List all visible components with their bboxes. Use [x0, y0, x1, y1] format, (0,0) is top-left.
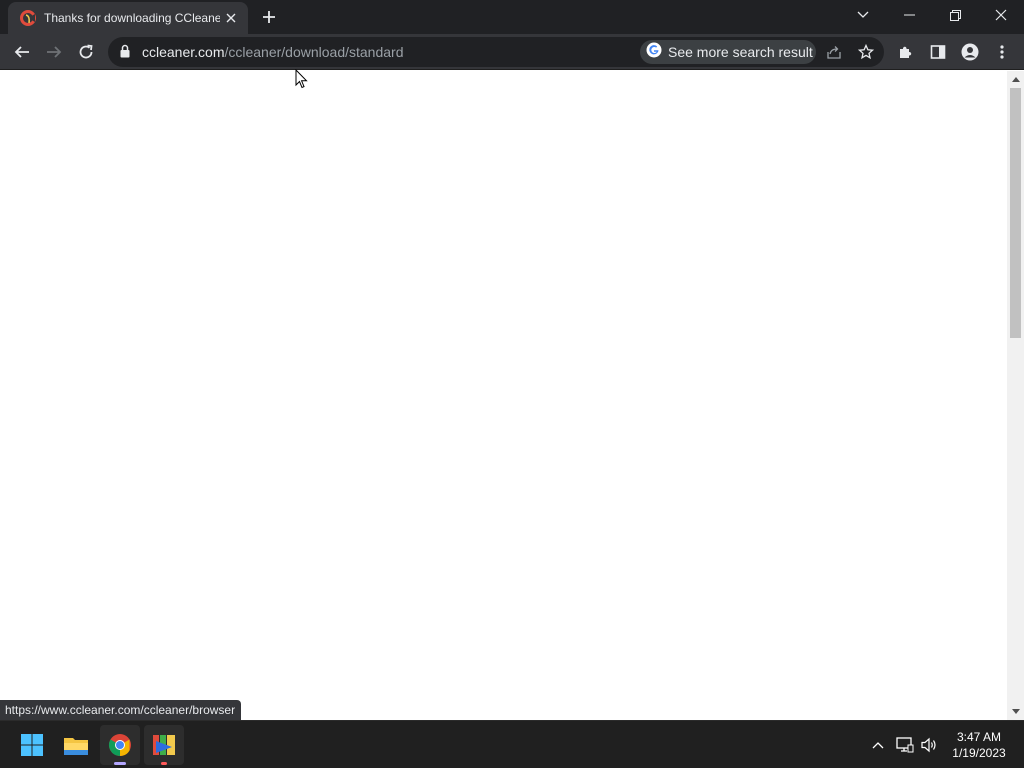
- lock-icon[interactable]: [120, 44, 130, 63]
- restore-button[interactable]: [932, 0, 978, 30]
- clock-time: 3:47 AM: [956, 730, 1002, 744]
- file-explorer-icon[interactable]: [56, 725, 96, 765]
- close-window-button[interactable]: [978, 0, 1024, 30]
- browser-toolbar: ccleaner.com/ccleaner/download/standard …: [0, 34, 1024, 70]
- browser-tab-active[interactable]: Thanks for downloading CCleaner: [8, 2, 248, 34]
- side-panel-icon[interactable]: [924, 38, 952, 66]
- share-icon[interactable]: [824, 42, 844, 62]
- network-icon[interactable]: [895, 735, 915, 755]
- bookmark-star-icon[interactable]: [856, 42, 876, 62]
- new-tab-button[interactable]: [258, 6, 280, 28]
- tab-title: Thanks for downloading CCleaner: [44, 11, 220, 25]
- ccleaner-attention-indicator: [161, 762, 167, 765]
- back-button[interactable]: [8, 38, 36, 66]
- scroll-down-arrow-icon[interactable]: [1007, 704, 1024, 720]
- scrollbar-thumb[interactable]: [1010, 88, 1021, 338]
- volume-icon[interactable]: [920, 735, 940, 755]
- profile-avatar-icon[interactable]: [956, 38, 984, 66]
- chrome-running-indicator: [114, 762, 126, 765]
- minimize-button[interactable]: [886, 0, 932, 30]
- windows-start-icon[interactable]: [12, 725, 52, 765]
- address-bar[interactable]: ccleaner.com/ccleaner/download/standard …: [108, 37, 884, 67]
- tab-close-icon[interactable]: [222, 9, 240, 27]
- chrome-taskbar-icon[interactable]: [100, 725, 140, 765]
- link-status-bubble: https://www.ccleaner.com/ccleaner/browse…: [0, 700, 242, 720]
- url-host: ccleaner.com: [142, 44, 225, 60]
- page-content-area[interactable]: [0, 71, 1008, 720]
- see-more-search-results-chip[interactable]: See more search result: [640, 40, 816, 64]
- windows-taskbar: 3:47 AM 1/19/2023: [0, 720, 1024, 768]
- url-path: /ccleaner/download/standard: [224, 44, 404, 60]
- google-icon: [646, 42, 662, 63]
- forward-button[interactable]: [40, 38, 68, 66]
- mouse-cursor-icon: [295, 68, 309, 89]
- url-text[interactable]: ccleaner.com/ccleaner/download/standard: [142, 44, 404, 60]
- browser-tab-strip: Thanks for downloading CCleaner: [0, 0, 1024, 34]
- show-hidden-icons-chevron-icon[interactable]: [868, 735, 888, 755]
- extensions-puzzle-icon[interactable]: [892, 38, 920, 66]
- clock-date: 1/19/2023: [952, 746, 1006, 760]
- scroll-up-arrow-icon[interactable]: [1007, 71, 1024, 87]
- vertical-scrollbar[interactable]: [1007, 71, 1024, 720]
- chip-label: See more search result: [668, 44, 813, 60]
- ccleaner-installer-icon[interactable]: [144, 725, 184, 765]
- taskbar-clock[interactable]: 3:47 AM 1/19/2023: [944, 729, 1014, 761]
- chrome-menu-kebab-icon[interactable]: [988, 38, 1016, 66]
- ccleaner-favicon-icon: [20, 10, 36, 26]
- tab-search-dropdown-icon[interactable]: [840, 0, 886, 30]
- reload-button[interactable]: [72, 38, 100, 66]
